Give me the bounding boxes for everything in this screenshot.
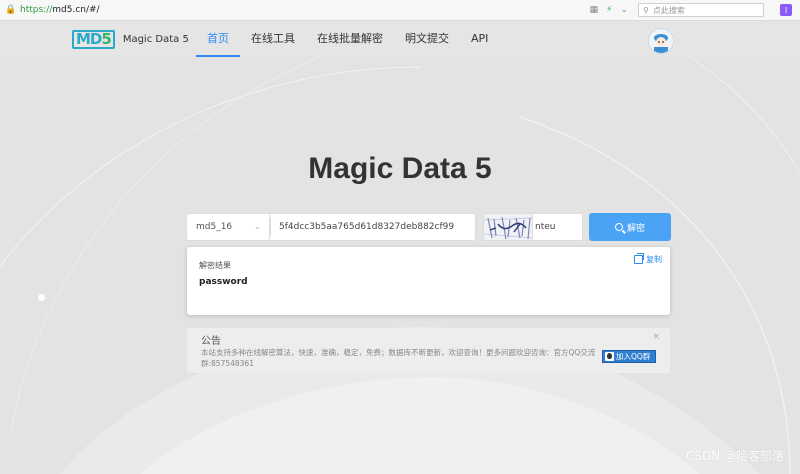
nav-item-api[interactable]: API <box>460 21 499 57</box>
join-qq-group-button[interactable]: 加入QQ群 <box>602 350 656 363</box>
hash-type-select[interactable]: md5_16 ⌄ <box>186 213 270 241</box>
grid-icon[interactable]: ▦ <box>590 5 599 15</box>
copy-button-label: 复制 <box>646 255 662 264</box>
result-value[interactable]: password <box>199 277 248 287</box>
nav-item-submit-plaintext[interactable]: 明文提交 <box>394 21 460 57</box>
url-scheme: https:// <box>20 5 53 15</box>
chevron-down-icon: ⌄ <box>254 222 261 231</box>
user-avatar[interactable] <box>648 28 674 54</box>
chevron-down-icon[interactable]: ⌄ <box>620 5 628 15</box>
notice-panel: 公告 × 本站支持多种在线解密算法，快速，准确，稳定，免费；数据库不断更新，欢迎… <box>187 328 670 373</box>
extension-icon[interactable]: I <box>780 4 792 16</box>
search-icon: ⚲ <box>643 5 649 15</box>
site-logo[interactable]: MD5 Magic Data 5 <box>72 30 189 49</box>
notice-body: 本站支持多种在线解密算法，快速，准确，稳定，免费；数据库不断更新，欢迎查询！更多… <box>201 348 596 368</box>
logo-text: Magic Data 5 <box>122 34 189 45</box>
result-label: 解密结果 <box>199 261 231 270</box>
browser-address-bar: 🔒 https://md5.cn/#/ ▦ ⚡ ⌄ ⚲ 点此搜索 I <box>0 0 800 21</box>
decorative-dot <box>38 294 45 301</box>
qq-icon <box>605 352 614 361</box>
copy-button[interactable]: 复制 <box>634 253 662 265</box>
captcha-noise-icon <box>484 214 532 240</box>
hash-input[interactable] <box>270 213 476 241</box>
site-header: MD5 Magic Data 5 首页 在线工具 在线批量解密 明文提交 API <box>0 21 800 57</box>
watermark: CSDN @哈客部落 <box>685 449 784 463</box>
decrypt-button[interactable]: 解密 <box>589 213 671 241</box>
captcha-image[interactable] <box>483 213 533 241</box>
search-icon <box>614 223 623 231</box>
decrypt-button-label: 解密 <box>626 223 645 234</box>
nav-item-batch-decrypt[interactable]: 在线批量解密 <box>306 21 394 57</box>
lock-icon: 🔒 <box>5 5 17 15</box>
input-divider <box>270 218 271 236</box>
notice-title: 公告 <box>201 336 221 347</box>
main-menu: 首页 在线工具 在线批量解密 明文提交 API <box>196 21 499 57</box>
close-icon[interactable]: × <box>652 332 660 342</box>
address-url[interactable]: https://md5.cn/#/ <box>20 5 100 15</box>
bolt-icon[interactable]: ⚡ <box>606 5 612 15</box>
nav-item-online-tools[interactable]: 在线工具 <box>240 21 306 57</box>
avatar-icon <box>649 29 673 53</box>
logo-mark: MD5 <box>72 30 115 49</box>
join-qq-group-label: 加入QQ群 <box>616 352 651 361</box>
hash-type-value: md5_16 <box>196 222 233 232</box>
captcha-input[interactable] <box>533 213 583 241</box>
copy-icon <box>634 253 644 264</box>
nav-item-home[interactable]: 首页 <box>196 21 240 57</box>
browser-search-input[interactable]: ⚲ 点此搜索 <box>638 3 764 17</box>
url-path: md5.cn/#/ <box>52 5 100 15</box>
result-card: 解密结果 password 复制 <box>187 247 670 315</box>
logo-mark-letters: MD <box>76 30 102 48</box>
logo-mark-number: 5 <box>101 30 111 48</box>
search-placeholder: 点此搜索 <box>652 5 685 15</box>
page-title: Magic Data 5 <box>308 152 492 185</box>
